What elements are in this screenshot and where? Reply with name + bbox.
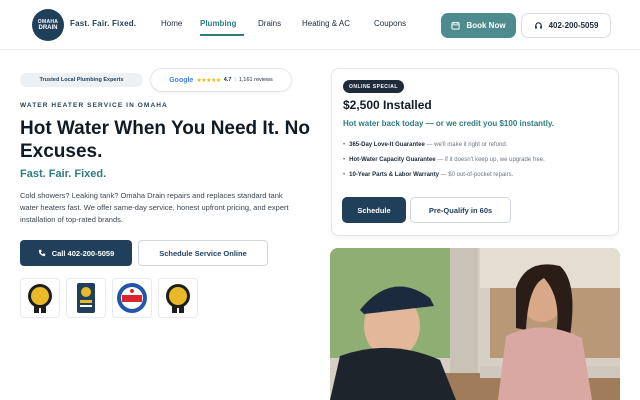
headset-icon <box>534 22 542 29</box>
omaha-drain-logo[interactable]: OMAHA DRAIN <box>32 9 64 41</box>
book-now-button[interactable]: Book Now <box>441 13 516 38</box>
offer-bullet: • 365-Day Love-It Guarantee — we'll make… <box>343 142 508 148</box>
schedule-button[interactable]: Schedule <box>342 197 406 223</box>
rating-stars: ★★★★★ <box>196 77 221 84</box>
offer-bullet: • 10-Year Parts & Labor Warranty — $0 ou… <box>343 172 514 178</box>
award-seal-icon <box>28 284 52 313</box>
header-phone-label: 402-200-5059 <box>548 21 599 30</box>
award-shield-icon <box>77 283 95 313</box>
header-phone-button[interactable]: 402-200-5059 <box>521 13 611 38</box>
pre-qualify-button[interactable]: Pre-Qualify in 60s <box>410 197 511 223</box>
rating-divider: | <box>234 77 236 83</box>
header-tagline: Fast. Fair. Fixed. <box>70 19 137 28</box>
best-of-award-icon <box>117 283 147 313</box>
hero-eyebrow: WATER HEATER SERVICE IN OMAHA <box>20 102 168 109</box>
photo-illustration <box>330 248 620 400</box>
nav-plumbing[interactable]: Plumbing <box>200 19 236 28</box>
award-seal-icon <box>166 284 190 313</box>
google-logo: Google <box>169 76 194 84</box>
offer-bullet: • Hot-Water Capacity Guarantee — if it d… <box>343 157 545 163</box>
phone-icon <box>38 249 45 257</box>
award-badge-best <box>112 278 152 318</box>
google-rating-pill[interactable]: Google ★★★★★ 4.7 | 1,161 reviews <box>150 68 292 92</box>
bullet-dot: • <box>343 172 346 178</box>
call-button[interactable]: Call 402-200-5059 <box>20 240 132 266</box>
review-count: 1,161 reviews <box>238 77 273 83</box>
call-button-label: Call 402-200-5059 <box>51 248 115 258</box>
trusted-experts-pill: Trusted Local Plumbing Experts <box>20 73 143 87</box>
hero-title: Hot Water When You Need It. No Excuses. <box>20 118 310 162</box>
hero-description: Cold showers? Leaking tank? Omaha Drain … <box>20 191 289 224</box>
award-badge-4 <box>158 278 198 318</box>
bullet-dot: • <box>343 142 346 148</box>
nav-active-underline <box>200 34 244 36</box>
hero-subtitle: Fast. Fair. Fixed. <box>20 168 107 180</box>
offer-price: $2,500 Installed <box>343 98 432 112</box>
book-now-label: Book Now <box>466 21 506 30</box>
bullet-dot: • <box>343 157 346 163</box>
schedule-service-online-button[interactable]: Schedule Service Online <box>138 240 268 266</box>
nav-drains[interactable]: Drains <box>258 19 281 28</box>
nav-heating-ac[interactable]: Heating & AC <box>302 19 350 28</box>
offer-guarantee-line: Hot water back today — or we credit you … <box>343 119 555 128</box>
site-header: OMAHA DRAIN Fast. Fair. Fixed. Home Plum… <box>0 0 640 50</box>
calendar-icon <box>451 21 461 30</box>
award-badge-1 <box>20 278 60 318</box>
award-badge-2 <box>66 278 106 318</box>
technician-customer-photo <box>330 248 620 400</box>
nav-coupons[interactable]: Coupons <box>374 19 406 28</box>
nav-home[interactable]: Home <box>161 19 182 28</box>
online-special-badge: ONLINE SPECIAL <box>343 80 404 93</box>
rating-value: 4.7 <box>223 77 232 83</box>
